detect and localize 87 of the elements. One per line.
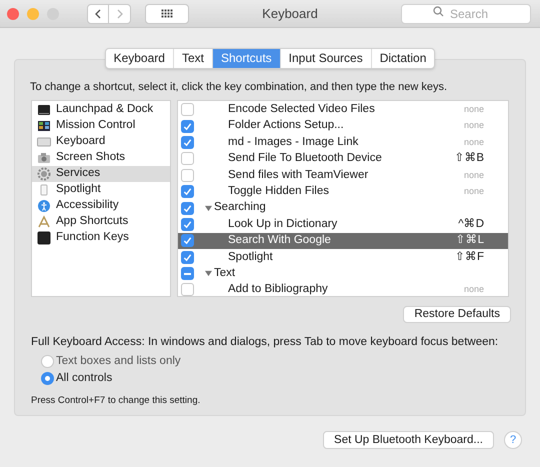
checkbox[interactable] (181, 120, 194, 133)
service-label: Send files with TeamViewer (228, 168, 368, 183)
service-label: Search With Google (228, 233, 331, 248)
shortcut-row[interactable]: Search With Google ⇧⌘L (178, 232, 508, 250)
checkbox[interactable] (181, 250, 194, 264)
category-label: Keyboard (56, 134, 106, 149)
instruction-text: To change a shortcut, select it, click the key combination, and then type the new keys. (30, 80, 448, 95)
checkmark-icon (183, 187, 192, 196)
hint-text: Press Control+F7 to change this setting. (31, 394, 202, 408)
restore-defaults-button[interactable]: Restore Defaults (403, 306, 511, 322)
category-item[interactable]: Accessibility (32, 198, 170, 214)
keyboard-access-label: Full Keyboard Access: In windows and dialogs, press Tab to move keyboard focus between: (31, 334, 500, 350)
checkbox[interactable] (181, 283, 194, 296)
disclosure-triangle-icon[interactable] (205, 204, 212, 212)
back-button[interactable] (87, 4, 109, 24)
tab[interactable]: Keyboard (106, 49, 173, 68)
service-label: Look Up in Dictionary (228, 216, 338, 232)
shortcut-row[interactable]: Send files with TeamViewer none (178, 167, 508, 184)
shortcut-row[interactable]: md - Images - Image Link none (178, 134, 508, 151)
category-item[interactable]: Screen Shots (32, 150, 170, 166)
shortcut-row[interactable]: Spotlight ⇧⌘F (178, 249, 508, 266)
category-label: Services (56, 166, 100, 181)
category-label: Launchpad & Dock (56, 102, 154, 117)
tab[interactable]: Input Sources (280, 49, 371, 68)
shortcut-keys[interactable]: ⇧⌘F (454, 248, 484, 266)
category-label: Accessibility (56, 198, 119, 213)
category-label: App Shortcuts (56, 214, 128, 229)
app-store-icon (37, 214, 51, 228)
chevron-left-icon (94, 8, 102, 18)
bluetooth-keyboard-button[interactable]: Set Up Bluetooth Keyboard... (323, 431, 494, 449)
shortcut-row[interactable]: Toggle Hidden Files none (178, 183, 508, 200)
category-label: Screen Shots (56, 150, 126, 165)
category-item[interactable]: App Shortcuts (32, 214, 170, 230)
group-label: Text (214, 266, 236, 281)
checkbox[interactable] (181, 185, 194, 198)
shortcut-row[interactable]: Send File To Bluetooth Device ⇧⌘B (178, 150, 508, 168)
radio-button[interactable] (41, 355, 54, 368)
checkbox[interactable] (181, 218, 194, 231)
service-label: md - Images - Image Link (228, 134, 358, 150)
category-item[interactable]: Launchpad & Dock (32, 102, 170, 118)
radio-option[interactable]: Text boxes and lists only (41, 354, 509, 369)
checkbox[interactable] (181, 152, 194, 166)
service-label: Encode Selected Video Files (228, 102, 375, 118)
checkbox[interactable] (181, 136, 194, 149)
shortcut-keys[interactable]: ⇧⌘L (456, 232, 484, 250)
camera-icon (37, 150, 51, 164)
service-label: Add to Bibliography (228, 282, 328, 298)
checkbox[interactable] (181, 103, 194, 116)
dock-icon (37, 102, 51, 116)
category-item[interactable]: Function Keys (32, 230, 170, 246)
search-field[interactable]: Search (401, 4, 531, 24)
shortcut-row[interactable]: Searching (178, 200, 508, 216)
service-label: Folder Actions Setup... (228, 118, 344, 134)
disclosure-triangle-icon[interactable] (205, 270, 212, 278)
service-label: Send File To Bluetooth Device (228, 151, 382, 166)
grid-icon (161, 9, 173, 18)
shortcut-row[interactable]: Add to Bibliography none (178, 282, 508, 298)
checkbox[interactable] (181, 267, 194, 280)
group-label: Searching (214, 200, 266, 216)
checkbox[interactable] (181, 234, 194, 248)
category-item[interactable]: Services (32, 166, 170, 182)
radio-option[interactable]: All controls (41, 372, 509, 386)
gear-icon (37, 166, 51, 180)
window-title: Keyboard (262, 4, 318, 23)
shortcut-row[interactable]: Look Up in Dictionary ^⌘D (178, 216, 508, 233)
checkbox[interactable] (181, 168, 194, 182)
close-button[interactable] (7, 8, 19, 20)
category-item[interactable]: Keyboard (32, 134, 170, 150)
category-label: Mission Control (56, 118, 136, 133)
show-all-button[interactable] (145, 4, 189, 24)
category-item[interactable]: Spotlight (32, 182, 170, 198)
shortcut-row[interactable]: Encode Selected Video Files none (178, 102, 508, 118)
search-icon (433, 6, 444, 16)
category-label: Spotlight (56, 182, 101, 197)
category-label: Function Keys (56, 230, 129, 245)
accessibility-icon (37, 198, 51, 212)
shortcut-row[interactable]: Folder Actions Setup... none (178, 118, 508, 134)
windows-icon (37, 118, 51, 132)
keyboard-icon (37, 134, 51, 148)
shortcut-keys[interactable]: ^⌘D (458, 216, 484, 234)
service-label: Toggle Hidden Files (228, 184, 330, 200)
category-item[interactable]: Mission Control (32, 118, 170, 134)
chevron-right-icon (116, 8, 124, 18)
shortcut-keys[interactable]: ⇧⌘B (454, 150, 484, 168)
radio-button[interactable] (41, 372, 54, 386)
service-label: Spotlight (228, 250, 273, 265)
shortcut-row[interactable]: Text (178, 265, 508, 282)
